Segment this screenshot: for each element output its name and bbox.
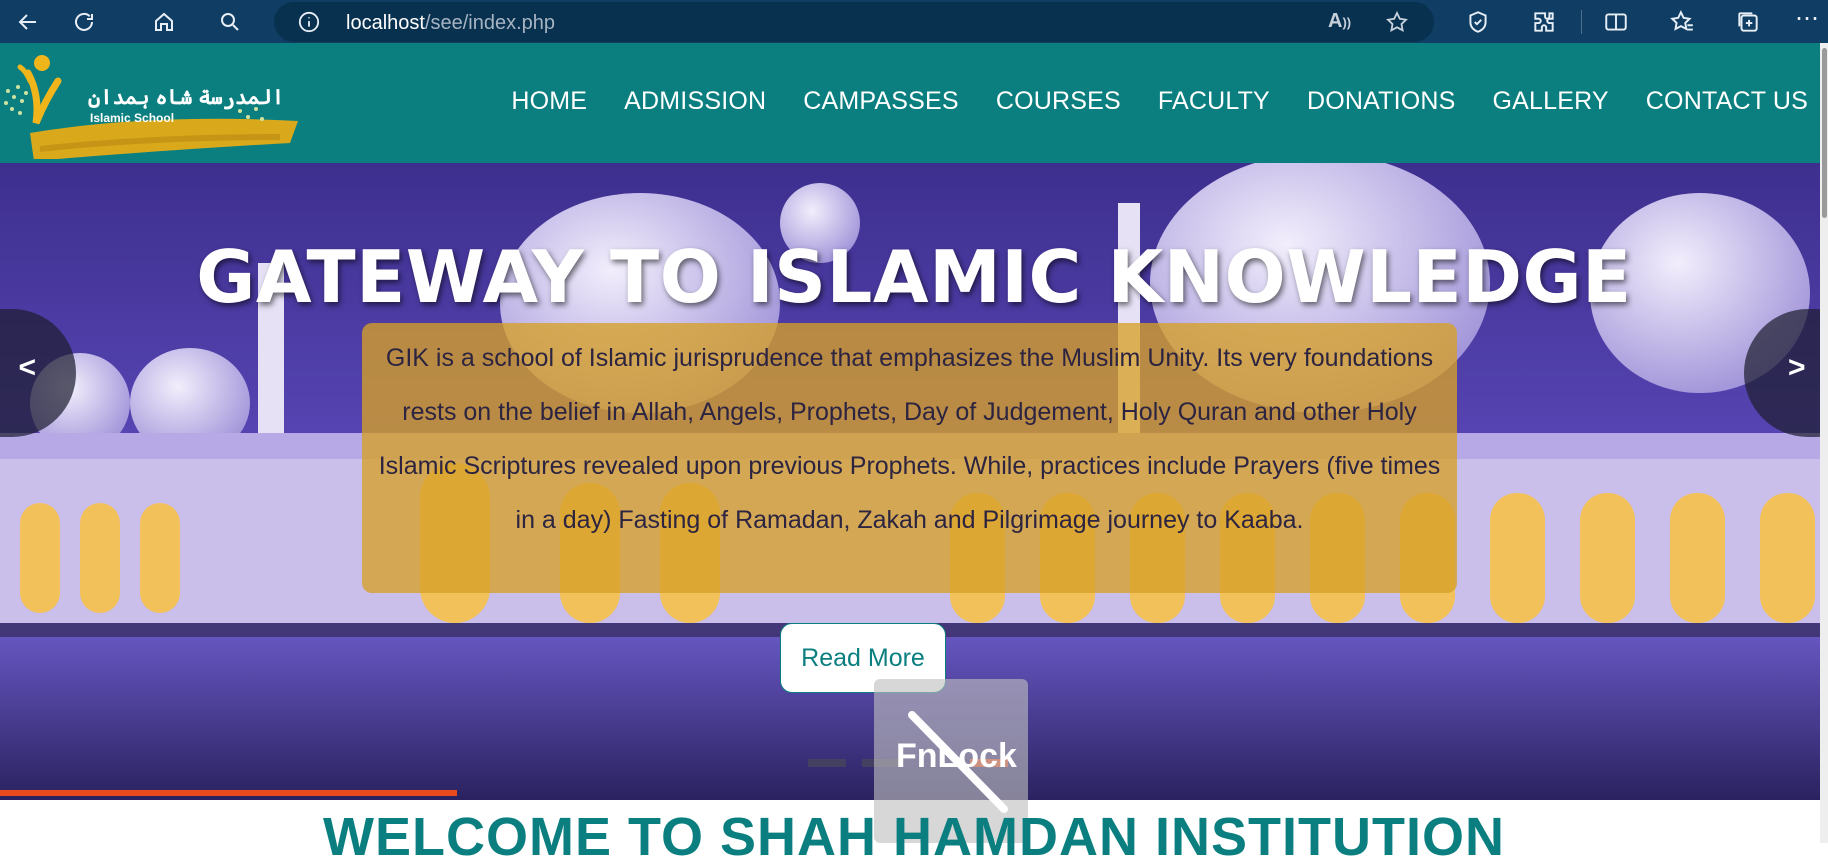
main-nav: HOME ADMISSION CAMPASSES COURSES FACULTY… [474, 87, 1808, 116]
refresh-icon[interactable] [68, 6, 100, 38]
info-icon[interactable] [298, 11, 320, 33]
nav-courses[interactable]: COURSES [996, 87, 1121, 116]
extensions-icon[interactable] [1531, 9, 1557, 35]
back-icon[interactable] [12, 6, 44, 38]
scrollbar-thumb[interactable] [1822, 48, 1827, 218]
hero-title: GATEWAY TO ISLAMIC KNOWLEDGE [196, 235, 1632, 319]
url-host: localhost [346, 12, 425, 34]
nav-home[interactable]: HOME [511, 87, 587, 116]
nav-contact-us[interactable]: CONTACT US [1646, 87, 1808, 116]
next-arrow-icon: > [1788, 351, 1806, 384]
browser-toolbar: localhost/see/index.php A)) ⋯ [0, 0, 1828, 43]
home-icon[interactable] [148, 6, 180, 38]
slide-progress-bar [0, 790, 457, 796]
nav-campasses[interactable]: CAMPASSES [803, 87, 959, 116]
collections-icon[interactable] [1735, 9, 1761, 35]
school-logo[interactable]: المدرسة شاہ ہمدان Islamic School [0, 51, 300, 161]
search-icon[interactable] [214, 6, 246, 38]
welcome-heading: WELCOME TO SHAH HAMDAN INSTITUTION [323, 807, 1505, 867]
favorite-star-icon[interactable] [1385, 10, 1409, 34]
favorites-icon[interactable] [1669, 9, 1695, 35]
site-header: المدرسة شاہ ہمدان Islamic School HOME AD… [0, 43, 1828, 163]
carousel-indicator[interactable] [808, 759, 846, 767]
toolbar-divider [1581, 10, 1582, 34]
nav-faculty[interactable]: FACULTY [1158, 87, 1270, 116]
prev-arrow-icon: < [18, 351, 36, 384]
shield-icon[interactable] [1465, 9, 1491, 35]
fnlock-off-slash-icon [908, 711, 1008, 813]
logo-arabic-text: المدرسة شاہ ہمدان [88, 86, 285, 109]
more-icon[interactable]: ⋯ [1795, 7, 1821, 35]
nav-donations[interactable]: DONATIONS [1307, 87, 1456, 116]
nav-admission[interactable]: ADMISSION [624, 87, 766, 116]
nav-gallery[interactable]: GALLERY [1493, 87, 1609, 116]
hero-description: GIK is a school of Islamic jurisprudence… [378, 344, 1441, 534]
url-path: /see/index.php [424, 12, 556, 34]
address-bar[interactable]: localhost/see/index.php A)) [274, 2, 1434, 42]
logo-subtitle: Islamic School [90, 111, 175, 125]
split-screen-icon[interactable] [1603, 9, 1629, 35]
read-aloud-icon[interactable]: A)) [1328, 10, 1351, 33]
url-text[interactable]: localhost/see/index.php [346, 12, 555, 35]
